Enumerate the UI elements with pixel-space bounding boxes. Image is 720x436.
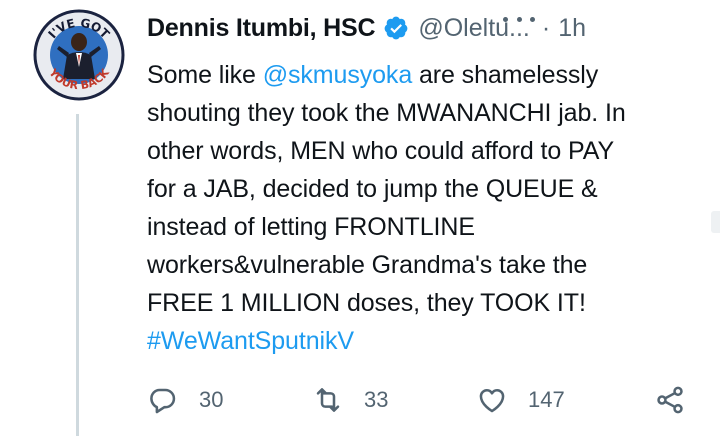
share-button[interactable] [654,380,686,420]
author-display-name[interactable]: Dennis Itumbi, HSC [147,14,376,43]
tweet-timestamp[interactable]: 1h [558,14,586,43]
scrollbar-thumb[interactable] [711,211,720,233]
header-separator: · [541,13,551,42]
retweet-icon [316,388,340,412]
share-icon [657,386,683,414]
tweet-text-line: FREE 1 MILLION doses, they TOOK IT! [147,284,707,322]
like-count: 147 [528,387,565,412]
tweet-text: Some like @skmusyoka are shamelessly shou… [147,56,707,360]
tweet-text-segment: Some like [147,61,263,89]
tweet-text-segment: FREE 1 MILLION doses, they TOOK IT! [147,289,586,317]
tweet-text-line: for a JAB, decided to jump the QUEUE & [147,170,707,208]
tweet-text-segment: are shamelessly [412,61,599,89]
tweet-text-segment: workers&vulnerable Grandma's take the [147,251,588,279]
verified-badge-icon [384,16,408,40]
reply-button[interactable]: 30 [147,380,223,420]
tweet-text-line: Some like @skmusyoka are shamelessly [147,56,707,94]
tweet-text-line: other words, MEN who could afford to PAY [147,132,707,170]
hashtag-link[interactable]: #WeWantSputnikV [147,327,354,355]
tweet-text-segment: for a JAB, decided to jump the QUEUE & [147,175,598,203]
more-dot [503,16,508,22]
avatar[interactable]: I'VE GOT YOUR BACK [33,9,125,101]
tweet[interactable]: I'VE GOT YOUR BACK Dennis Itumbi, HSC @O… [0,0,720,436]
tweet-text-segment: instead of letting FRONTLINE [147,213,475,241]
reply-count: 30 [199,387,224,412]
retweet-count: 33 [364,387,389,412]
tweet-text-line: instead of letting FRONTLINE [147,208,707,246]
avatar-image: I'VE GOT YOUR BACK [33,9,125,101]
tweet-text-line: #WeWantSputnikV [147,322,707,360]
more-dot [530,16,535,22]
tweet-text-line: workers&vulnerable Grandma's take the [147,246,707,284]
reply-icon [150,388,176,414]
heart-icon [479,389,505,413]
more-icon[interactable] [503,8,535,30]
more-dot [516,16,522,22]
like-button[interactable]: 147 [476,380,565,420]
retweet-button[interactable]: 33 [312,380,388,420]
tweet-header: Dennis Itumbi, HSC @Oleltu... · 1h [147,10,707,46]
tweet-actions: 30 33 147 [0,380,720,420]
mention-link[interactable]: @skmusyoka [263,61,413,89]
tweet-text-segment: other words, MEN who could afford to PAY [147,137,615,165]
tweet-text-segment: shouting they took the MWANANCHI jab. In [147,99,626,127]
tweet-text-line: shouting they took the MWANANCHI jab. In [147,94,707,132]
